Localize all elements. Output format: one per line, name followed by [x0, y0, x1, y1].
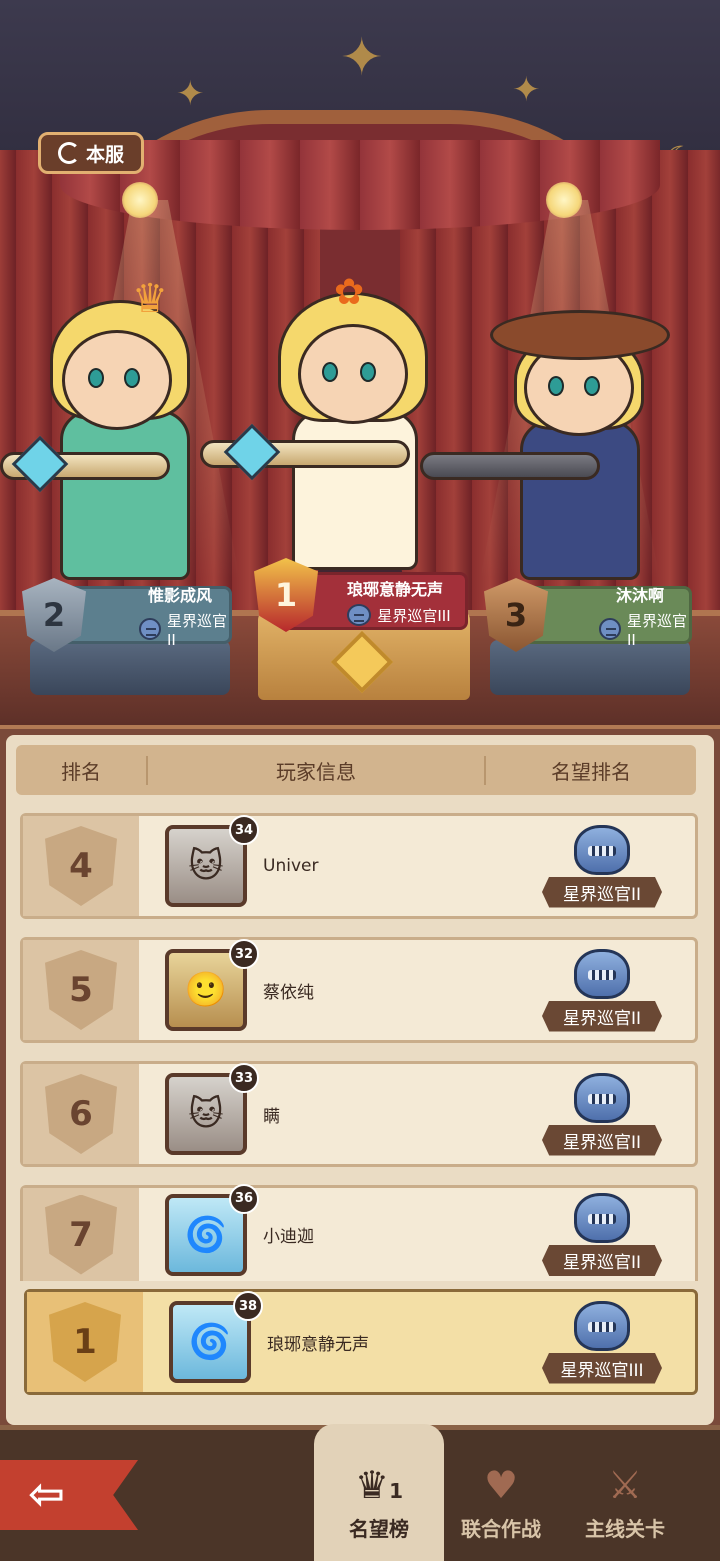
self-rank-row[interactable]: 1 🌀 38 琅琊意静无声 星界巡官III: [24, 1289, 698, 1395]
podium-name: 沐沐啊: [615, 585, 664, 605]
player-name: 瞒: [263, 1106, 280, 1127]
crown-icon: ♛: [132, 276, 168, 322]
stage-scene: ✦ ✦ ✦ ☾ ♛ ✿: [0, 0, 720, 725]
server-button-label: 本服: [85, 143, 124, 166]
podium-title: 星界巡官III: [377, 606, 451, 625]
refresh-icon: [57, 142, 80, 164]
podium-rank-glyph: 1: [389, 1479, 403, 1503]
bottom-nav: ⇦ ♛1 名望榜 ♥ 联合作战 ⚔ 主线关卡: [0, 1424, 720, 1561]
header-player-info: 玩家信息: [146, 755, 486, 785]
podium-name: 琅琊意静无声: [346, 580, 443, 599]
level-badge: 32: [229, 939, 259, 969]
helmet-icon: [139, 618, 161, 640]
podium-title: 星界巡官II: [627, 611, 688, 649]
podium-title: 星界巡官II: [167, 611, 228, 649]
hero-first: ✿: [270, 272, 440, 580]
player-name: 蔡依纯: [263, 982, 314, 1003]
star-icon: ✦: [512, 70, 541, 110]
fame-title: 星界巡官II: [542, 1245, 662, 1276]
podium-trophy-icon: ♛1: [355, 1463, 403, 1507]
helmet-icon: [574, 1193, 630, 1243]
tab-fame-board[interactable]: ♛1 名望榜: [314, 1424, 444, 1561]
weapon-icon: [420, 452, 600, 480]
rank-badge: 5: [45, 950, 117, 1030]
helmet-icon: [574, 824, 630, 875]
player-name: Univer: [263, 856, 319, 876]
table-row[interactable]: 5 🙂 32 蔡依纯 星界巡官II: [20, 937, 698, 1043]
helmet-icon: [574, 948, 630, 999]
table-row[interactable]: 7 🌀 36 小迪迦 星界巡官II: [20, 1183, 698, 1281]
hat-icon: [490, 310, 670, 360]
header-rank: 排名: [61, 759, 101, 784]
spotlight-icon: [122, 182, 158, 218]
helmet-icon: [599, 618, 621, 640]
fame-title: 星界巡官II: [542, 1124, 662, 1156]
hero-third: [490, 290, 670, 590]
arrow-left-icon: ⇦: [28, 1469, 65, 1520]
level-badge: 34: [229, 815, 259, 845]
star-icon: ✦: [176, 74, 205, 114]
helmet-icon: [574, 1072, 630, 1123]
rank-badge: 1: [49, 1302, 121, 1382]
rank-badge: 7: [45, 1194, 117, 1275]
tab-main-stage[interactable]: ⚔ 主线关卡: [560, 1430, 690, 1561]
tab-label: 联合作战: [461, 1517, 541, 1541]
table-row[interactable]: 6 🐱 33 瞒 星界巡官II: [20, 1061, 698, 1167]
player-name: 琅琊意静无声: [267, 1334, 369, 1355]
helmet-icon: [347, 604, 372, 626]
back-button[interactable]: ⇦: [0, 1460, 138, 1530]
fame-title: 星界巡官II: [542, 1000, 662, 1032]
podium-name: 惟影成风: [147, 585, 212, 605]
level-badge: 33: [229, 1063, 259, 1093]
hero-second: ♛: [40, 276, 210, 590]
level-badge: 36: [229, 1183, 259, 1214]
bow-icon: ✿: [334, 272, 365, 313]
rank-badge: 4: [45, 826, 117, 906]
fame-title: 星界巡官II: [542, 876, 662, 908]
leaderboard-panel: 排名 玩家信息 名望排名 4 🐱 34 Univer 星界巡官II 5 🙂 32…: [0, 725, 720, 1425]
tab-joint-battle[interactable]: ♥ 联合作战: [436, 1430, 566, 1561]
tab-label: 名望榜: [349, 1517, 409, 1541]
level-badge: 38: [233, 1291, 263, 1321]
fame-title: 星界巡官III: [542, 1352, 662, 1384]
handshake-heart-icon: ♥: [483, 1463, 519, 1507]
header-fame-rank: 名望排名: [551, 759, 631, 784]
star-icon: ✦: [340, 28, 384, 88]
crossed-swords-icon: ⚔: [607, 1463, 643, 1507]
rank-badge: 6: [45, 1074, 117, 1154]
server-toggle-button[interactable]: 本服: [38, 132, 144, 174]
player-name: 小迪迦: [263, 1227, 314, 1247]
spotlight-icon: [546, 182, 582, 218]
helmet-icon: [574, 1300, 630, 1351]
list-header: 排名 玩家信息 名望排名: [16, 745, 696, 795]
tab-label: 主线关卡: [585, 1517, 665, 1541]
table-row[interactable]: 4 🐱 34 Univer 星界巡官II: [20, 813, 698, 919]
